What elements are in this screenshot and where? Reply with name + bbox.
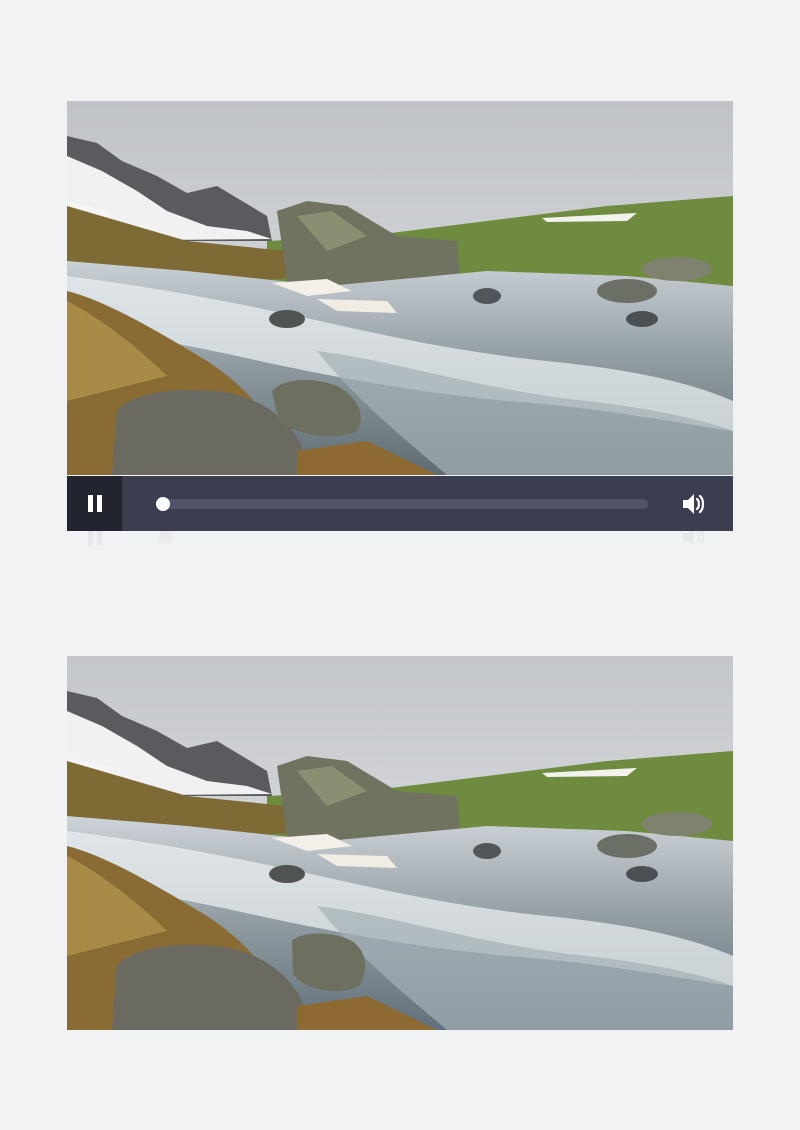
pause-icon — [88, 495, 93, 512]
still-scene — [67, 656, 733, 1030]
controls-reflection — [67, 531, 733, 565]
video-scene — [67, 101, 733, 475]
progress-knob[interactable] — [156, 497, 170, 511]
video-frame[interactable] — [67, 101, 733, 475]
video-controls — [67, 476, 733, 531]
progress-track[interactable] — [156, 497, 648, 511]
volume-icon — [683, 494, 705, 514]
still-frame — [67, 656, 733, 1030]
volume-button[interactable] — [679, 489, 709, 519]
pause-button[interactable] — [67, 476, 122, 531]
